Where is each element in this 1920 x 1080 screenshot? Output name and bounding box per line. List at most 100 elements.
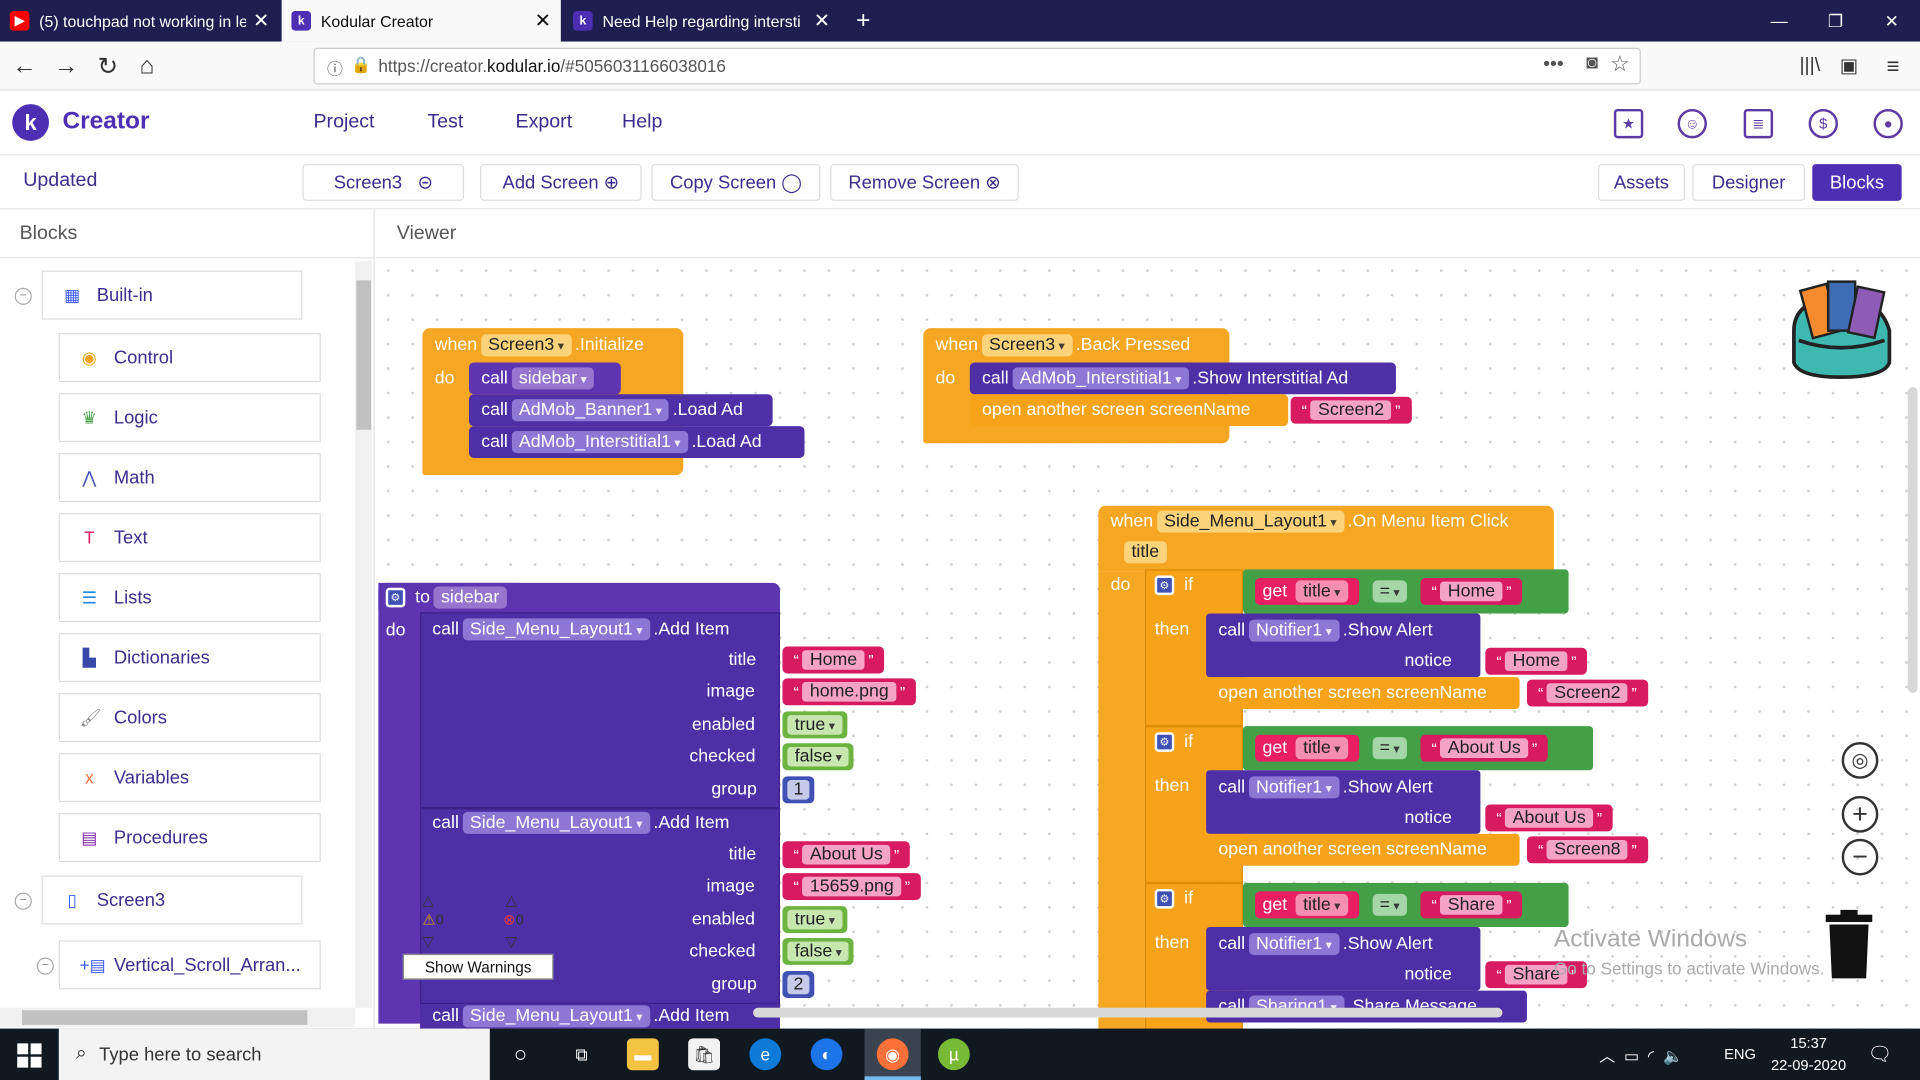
browser-tab-active[interactable]: k Kodular Creator ✕ [281,0,561,42]
clock-date[interactable]: 22-09-2020 [1766,1057,1852,1074]
menu-help[interactable]: Help [622,111,662,133]
menu-test[interactable]: Test [427,111,463,133]
tree-item-logic[interactable]: ♛ Logic [58,393,321,443]
clock-time[interactable]: 15:37 [1772,1035,1845,1052]
cortana-icon[interactable]: ○ [504,1038,536,1070]
blocks-button[interactable]: Blocks [1812,164,1902,201]
zoom-out-icon[interactable]: − [1841,838,1879,876]
menu-icon[interactable]: ≡ [1876,49,1910,83]
browser-tab[interactable]: ▶ (5) touchpad not working in len ✕ [0,0,279,42]
arrow-down-icon[interactable]: ▽ [506,933,517,950]
info-icon[interactable]: ⓘ [327,56,343,79]
docs-icon[interactable]: ≣ [1743,108,1774,139]
community-icon[interactable]: ☺ [1677,108,1707,139]
close-icon[interactable]: ✕ [814,9,830,33]
component-dropdown[interactable]: Screen3 [480,334,572,357]
store-icon[interactable]: 🛍 [688,1038,721,1071]
tree-item-colors[interactable]: 🖌 Colors [58,693,321,743]
close-icon[interactable]: ✕ [535,9,551,33]
folder-star-icon[interactable]: ★ [1613,108,1644,139]
copy-icon: ◯ [781,172,802,194]
reload-icon[interactable]: ↻ [91,49,125,83]
language-indicator[interactable]: ENG [1724,1046,1756,1063]
kodular-logo-icon[interactable]: k [12,104,49,141]
collapse-icon[interactable]: − [14,287,32,305]
zoom-in-icon[interactable]: + [1841,795,1879,833]
collapse-icon[interactable]: − [36,957,54,975]
tree-item-dictionaries[interactable]: ▙ Dictionaries [58,633,321,683]
close-window-button[interactable]: ✕ [1864,0,1920,42]
list-icon: ☰ [81,587,98,607]
tree-item-text[interactable]: T Text [58,513,321,563]
sidebar-icon[interactable]: ▣ [1832,49,1866,83]
trash-icon[interactable] [1823,909,1874,981]
tree-item-math[interactable]: ⋀ Math [58,453,321,503]
warning-icon: ⚠ [422,911,436,929]
pocket-icon[interactable]: ◙ [1586,53,1598,75]
add-screen-button[interactable]: Add Screen ⊕ [480,164,642,201]
remove-screen-button[interactable]: Remove Screen ⊗ [830,164,1019,201]
dollar-icon[interactable]: $ [1808,108,1838,139]
more-icon[interactable]: ••• [1543,54,1564,76]
home-icon[interactable]: ⌂ [130,49,164,83]
gear-icon[interactable]: ⚙ [1154,575,1175,596]
workspace-vertical-scrollbar[interactable] [1907,386,1918,694]
utorrent-icon[interactable]: µ [937,1038,970,1071]
variable-icon: x [85,767,94,788]
workspace-scrollbar[interactable] [753,1007,1503,1018]
math-icon: ⋀ [82,467,97,487]
tree-item-builtin[interactable]: ▦ Built-in [41,270,303,320]
taskbar-search[interactable]: ⌕ Type here to search [58,1028,490,1080]
account-icon[interactable]: ● [1873,108,1903,139]
activation-watermark: Activate Windows [1553,925,1748,953]
gear-icon[interactable]: ⚙ [1154,732,1175,752]
brand-title[interactable]: Creator [62,108,149,136]
tree-item-control[interactable]: ◉ Control [58,333,321,383]
arrow-up-icon[interactable]: △ [506,891,517,908]
tree-item-screen[interactable]: ▯ Screen3 [41,875,303,925]
url-bar[interactable]: ⓘ 🔒 https://creator. kodular.io/#50560311… [313,47,1641,85]
screen-select-button[interactable]: Screen3 ⊝ [302,164,465,201]
browser-tab[interactable]: k Need Help regarding intersti ✕ [563,0,840,42]
forward-icon[interactable]: → [49,49,83,83]
gear-icon[interactable]: ⚙ [385,587,406,608]
activation-watermark-sub: Go to Settings to activate Windows. [1553,958,1825,979]
backpack-icon[interactable] [1787,277,1897,382]
scrollbar[interactable] [355,260,373,1008]
minimize-button[interactable]: — [1751,0,1807,42]
menu-export[interactable]: Export [516,111,573,133]
horizontal-scrollbar[interactable] [0,1007,356,1028]
tree-item-variables[interactable]: x Variables [58,753,321,803]
tree-item-component[interactable]: +▤ Vertical_Scroll_Arran... [58,940,321,990]
collapse-icon[interactable]: − [14,892,32,910]
designer-button[interactable]: Designer [1692,164,1805,201]
library-icon[interactable]: |||\ [1793,49,1827,83]
show-warnings-button[interactable]: Show Warnings [402,953,554,980]
menu-project[interactable]: Project [313,111,374,133]
gear-icon[interactable]: ⚙ [1154,888,1175,909]
arrow-down-icon[interactable]: ▽ [422,933,433,950]
windows-start-icon[interactable] [17,1043,42,1068]
task-view-icon[interactable]: ⧉ [566,1038,598,1070]
edge-icon[interactable]: e [749,1038,782,1071]
tree-item-procedures[interactable]: ▤ Procedures [58,813,321,863]
file-explorer-icon[interactable]: ▬ [626,1038,659,1071]
firefox-dev-icon[interactable]: ◐ [810,1038,843,1071]
remove-circle-icon: ⊗ [985,172,1001,194]
maximize-button[interactable]: ❐ [1807,0,1863,42]
assets-button[interactable]: Assets [1597,164,1685,201]
close-icon[interactable]: ✕ [253,9,269,33]
tray-icons[interactable]: ︿ ▭ ◜ 🔈 [1599,1043,1683,1066]
firefox-icon[interactable]: ◉ [876,1038,909,1071]
tree-item-lists[interactable]: ☰ Lists [58,573,321,623]
chevron-up-icon: ︿ [1599,1046,1616,1066]
blocks-workspace[interactable]: whenScreen3.Initialize do callsidebar ca… [375,209,1920,1029]
recenter-icon[interactable]: ◎ [1841,742,1879,779]
notification-icon[interactable]: 🗨 [1867,1042,1892,1066]
new-tab-button[interactable]: + [845,0,882,42]
back-icon[interactable]: ← [7,49,41,83]
windows-taskbar: ⌕ Type here to search ○ ⧉ ▬ 🛍 e ◐ ◉ µ ︿ … [0,1028,1920,1080]
arrow-up-icon[interactable]: △ [422,891,433,908]
copy-screen-button[interactable]: Copy Screen ◯ [651,164,821,201]
bookmark-star-icon[interactable]: ☆ [1610,51,1630,77]
